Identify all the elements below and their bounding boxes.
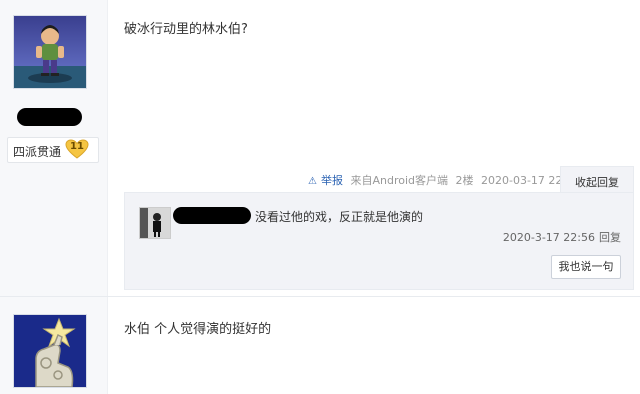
sub-reply-avatar[interactable] (139, 207, 171, 239)
level-heart-icon: 11 (65, 139, 89, 159)
sub-reply-button[interactable]: 回复 (599, 231, 621, 244)
sub-avatar-image (140, 208, 170, 238)
floor-number: 2楼 (455, 174, 474, 187)
report-link[interactable]: 举报 (321, 174, 343, 187)
add-reply-button[interactable]: 我也说一句 (551, 255, 621, 279)
sub-reply-meta: 2020-3-17 22:56 回复 (503, 229, 621, 245)
level-badge[interactable]: 四派贯通 11 (7, 137, 99, 163)
sub-reply-content: 没看过他的戏，反正就是他演的 (255, 210, 424, 224)
sub-reply-panel: 没看过他的戏，反正就是他演的 2020-3-17 22:56 回复 我也说一句 (124, 192, 634, 290)
sub-reply-timestamp: 2020-3-17 22:56 (502, 231, 595, 244)
post-tail: ⚠ 举报 来自Android客户端 2楼 2020-03-17 22:43 (308, 172, 584, 188)
author-name-redacted (17, 108, 82, 126)
client-source: 来自Android客户端 (350, 174, 448, 187)
author-avatar[interactable] (13, 314, 87, 388)
post-content: 破冰行动里的林水伯? (124, 22, 248, 37)
avatar-image (14, 315, 86, 387)
level-number: 11 (70, 141, 84, 152)
level-label: 四派贯通 (13, 145, 62, 159)
collapse-replies-link[interactable]: 收起回复 (575, 174, 619, 190)
post-divider (0, 296, 640, 297)
post-content: 水伯 个人觉得演的挺好的 (124, 322, 272, 337)
warning-icon: ⚠ (308, 176, 317, 187)
sub-reply-author-redacted (173, 207, 251, 224)
reply-toggle-tab[interactable]: 收起回复 (560, 166, 634, 193)
author-avatar[interactable] (13, 15, 87, 89)
avatar-image (14, 16, 86, 88)
